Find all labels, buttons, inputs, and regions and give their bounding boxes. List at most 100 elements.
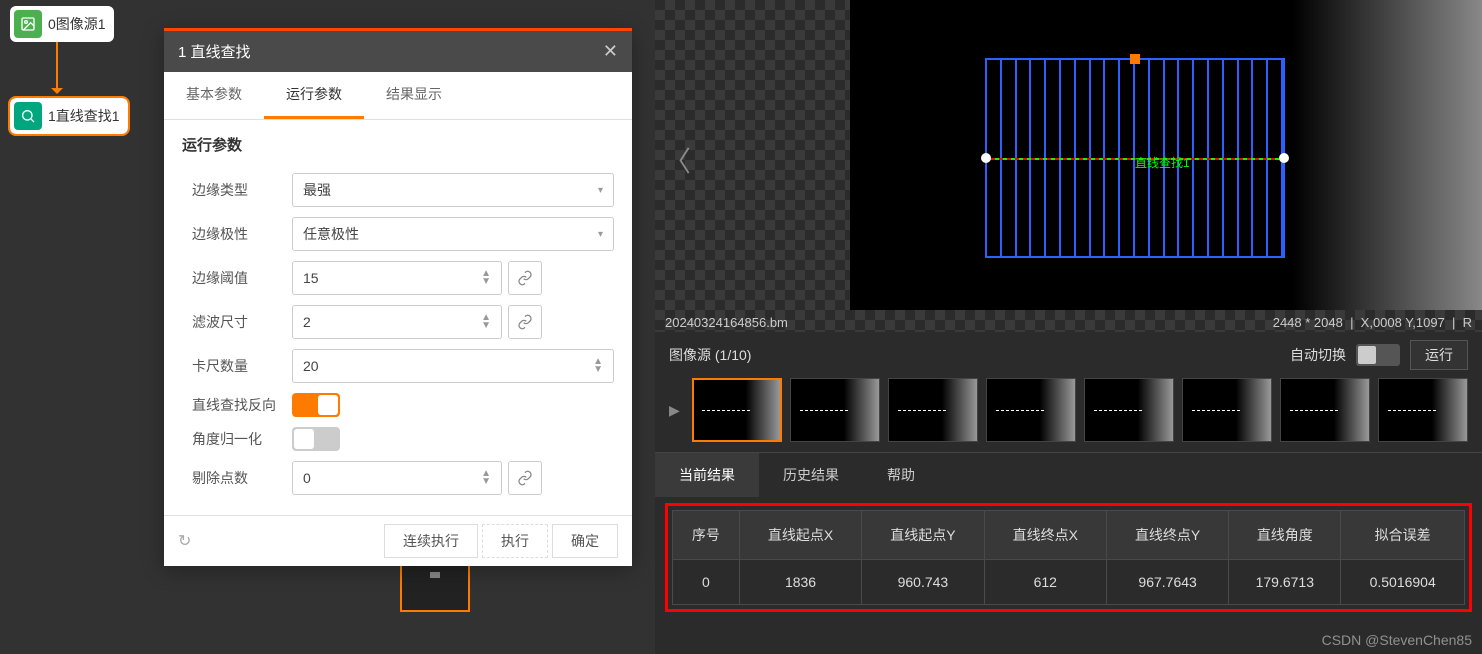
auto-switch-toggle[interactable] — [1356, 344, 1400, 366]
select-edge-polarity[interactable]: 任意极性 ▾ — [292, 217, 614, 251]
thumbnail[interactable] — [1084, 378, 1174, 442]
tab-runtime[interactable]: 运行参数 — [264, 72, 364, 119]
thumbnail[interactable] — [1280, 378, 1370, 442]
search-icon — [14, 102, 42, 130]
cursor-label: X,0008 Y,1097 — [1361, 315, 1445, 330]
filename-label: 20240324164856.bm — [665, 315, 788, 330]
thumbnail[interactable] — [986, 378, 1076, 442]
spinner-arrows-icon[interactable]: ▲▼ — [481, 314, 491, 330]
cell: 179.6713 — [1229, 560, 1341, 605]
cell: 967.7643 — [1106, 560, 1228, 605]
table-row: 0 1836 960.743 612 967.7643 179.6713 0.5… — [673, 560, 1465, 605]
thumb-title: 图像源 (1/10) — [669, 345, 751, 365]
extra-label: R — [1463, 315, 1472, 330]
dialog-footer: ↻ 连续执行 执行 确定 — [164, 515, 632, 566]
tab-help[interactable]: 帮助 — [863, 453, 939, 497]
table-header-row: 序号 直线起点X 直线起点Y 直线终点X 直线终点Y 直线角度 拟合误差 — [673, 511, 1465, 560]
chevron-down-icon: ▾ — [598, 229, 603, 240]
label-edge-type: 边缘类型 — [182, 180, 292, 200]
run-button[interactable]: 运行 — [1410, 340, 1468, 370]
col-header: 序号 — [673, 511, 740, 560]
label-angle-norm: 角度归一化 — [182, 429, 292, 449]
label-edge-threshold: 边缘阈值 — [182, 268, 292, 288]
node-line-find[interactable]: 1直线查找1 — [10, 98, 128, 134]
close-icon[interactable]: ✕ — [603, 41, 618, 62]
thumbnail[interactable] — [692, 378, 782, 442]
spinner-remove-points[interactable]: 0 ▲▼ — [292, 461, 502, 495]
result-table: 序号 直线起点X 直线起点Y 直线终点X 直线终点Y 直线角度 拟合误差 0 1… — [672, 510, 1465, 605]
resolution-label: 2448 * 2048 — [1273, 315, 1343, 330]
spinner-arrows-icon[interactable]: ▲▼ — [481, 470, 491, 486]
label-reverse: 直线查找反向 — [182, 395, 292, 415]
spinner-caliper-count[interactable]: 20 ▲▼ — [292, 349, 614, 383]
col-header: 直线终点X — [984, 511, 1106, 560]
roi-handle-left[interactable] — [981, 153, 991, 163]
link-button[interactable] — [508, 461, 542, 495]
flow-arrow — [56, 42, 58, 92]
roi-handle-top[interactable] — [1130, 54, 1140, 64]
minimap-viewport — [430, 572, 440, 578]
auto-switch-label: 自动切换 — [1290, 345, 1346, 365]
spinner-filter-size[interactable]: 2 ▲▼ — [292, 305, 502, 339]
spinner-edge-threshold[interactable]: 15 ▲▼ — [292, 261, 502, 295]
line-find-dialog: 1 直线查找 ✕ 基本参数 运行参数 结果显示 运行参数 边缘类型 最强 ▾ 边… — [164, 28, 632, 566]
label-remove-points: 剔除点数 — [182, 468, 292, 488]
result-tabs: 当前结果 历史结果 帮助 — [655, 452, 1482, 497]
toggle-angle-norm[interactable] — [292, 427, 340, 451]
cell: 0.5016904 — [1341, 560, 1465, 605]
col-header: 直线角度 — [1229, 511, 1341, 560]
tab-current-result[interactable]: 当前结果 — [655, 453, 759, 497]
form-body: 边缘类型 最强 ▾ 边缘极性 任意极性 ▾ 边缘阈值 15 — [164, 163, 632, 515]
label-filter-size: 滤波尺寸 — [182, 312, 292, 332]
thumbnail[interactable] — [1378, 378, 1468, 442]
cell: 960.743 — [862, 560, 984, 605]
thumbnail[interactable] — [790, 378, 880, 442]
select-edge-type[interactable]: 最强 ▾ — [292, 173, 614, 207]
node-image-source[interactable]: 0图像源1 — [10, 6, 114, 42]
thumbnail-strip: ▶ — [655, 378, 1482, 452]
label-edge-polarity: 边缘极性 — [182, 224, 292, 244]
node-label: 1直线查找1 — [48, 106, 120, 126]
roi-box[interactable]: 直线查找1 — [985, 58, 1285, 258]
spinner-arrows-icon[interactable]: ▲▼ — [481, 270, 491, 286]
tab-display[interactable]: 结果显示 — [364, 72, 464, 119]
refresh-icon[interactable]: ↻ — [178, 531, 191, 551]
tab-history-result[interactable]: 历史结果 — [759, 453, 863, 497]
watermark: CSDN @StevenChen85 — [1322, 632, 1472, 648]
cell: 0 — [673, 560, 740, 605]
play-icon[interactable]: ▶ — [669, 402, 680, 419]
dialog-header[interactable]: 1 直线查找 ✕ — [164, 31, 632, 72]
right-pane: 直线查找1 〈 20240324164856.bm 2448 * 2048 | … — [655, 0, 1482, 654]
dialog-title: 1 直线查找 — [178, 41, 251, 62]
tab-basic[interactable]: 基本参数 — [164, 72, 264, 119]
thumbnail[interactable] — [888, 378, 978, 442]
link-button[interactable] — [508, 261, 542, 295]
col-header: 拟合误差 — [1341, 511, 1465, 560]
prev-image-arrow[interactable]: 〈 — [663, 140, 691, 180]
col-header: 直线起点Y — [862, 511, 984, 560]
viewer-status: 20240324164856.bm 2448 * 2048 | X,0008 Y… — [665, 315, 1472, 330]
dialog-tabs: 基本参数 运行参数 结果显示 — [164, 72, 632, 120]
execute-button[interactable]: 执行 — [482, 524, 548, 558]
cell: 612 — [984, 560, 1106, 605]
section-title: 运行参数 — [164, 120, 632, 163]
roi-label: 直线查找1 — [1135, 154, 1190, 171]
toggle-reverse[interactable] — [292, 393, 340, 417]
thumbnail[interactable] — [1182, 378, 1272, 442]
chevron-down-icon: ▾ — [598, 185, 603, 196]
cell: 1836 — [739, 560, 861, 605]
roi-handle-right[interactable] — [1279, 153, 1289, 163]
col-header: 直线起点X — [739, 511, 861, 560]
minimap[interactable] — [400, 562, 470, 612]
spinner-arrows-icon[interactable]: ▲▼ — [593, 358, 603, 374]
thumb-bar: 图像源 (1/10) 自动切换 运行 — [655, 332, 1482, 378]
result-table-highlight: 序号 直线起点X 直线起点Y 直线终点X 直线终点Y 直线角度 拟合误差 0 1… — [665, 503, 1472, 612]
image-viewer[interactable]: 直线查找1 〈 20240324164856.bm 2448 * 2048 | … — [655, 0, 1482, 332]
image-icon — [14, 10, 42, 38]
link-button[interactable] — [508, 305, 542, 339]
ok-button[interactable]: 确定 — [552, 524, 618, 558]
continuous-execute-button[interactable]: 连续执行 — [384, 524, 478, 558]
label-caliper-count: 卡尺数量 — [182, 356, 292, 376]
col-header: 直线终点Y — [1106, 511, 1228, 560]
node-label: 0图像源1 — [48, 14, 106, 34]
